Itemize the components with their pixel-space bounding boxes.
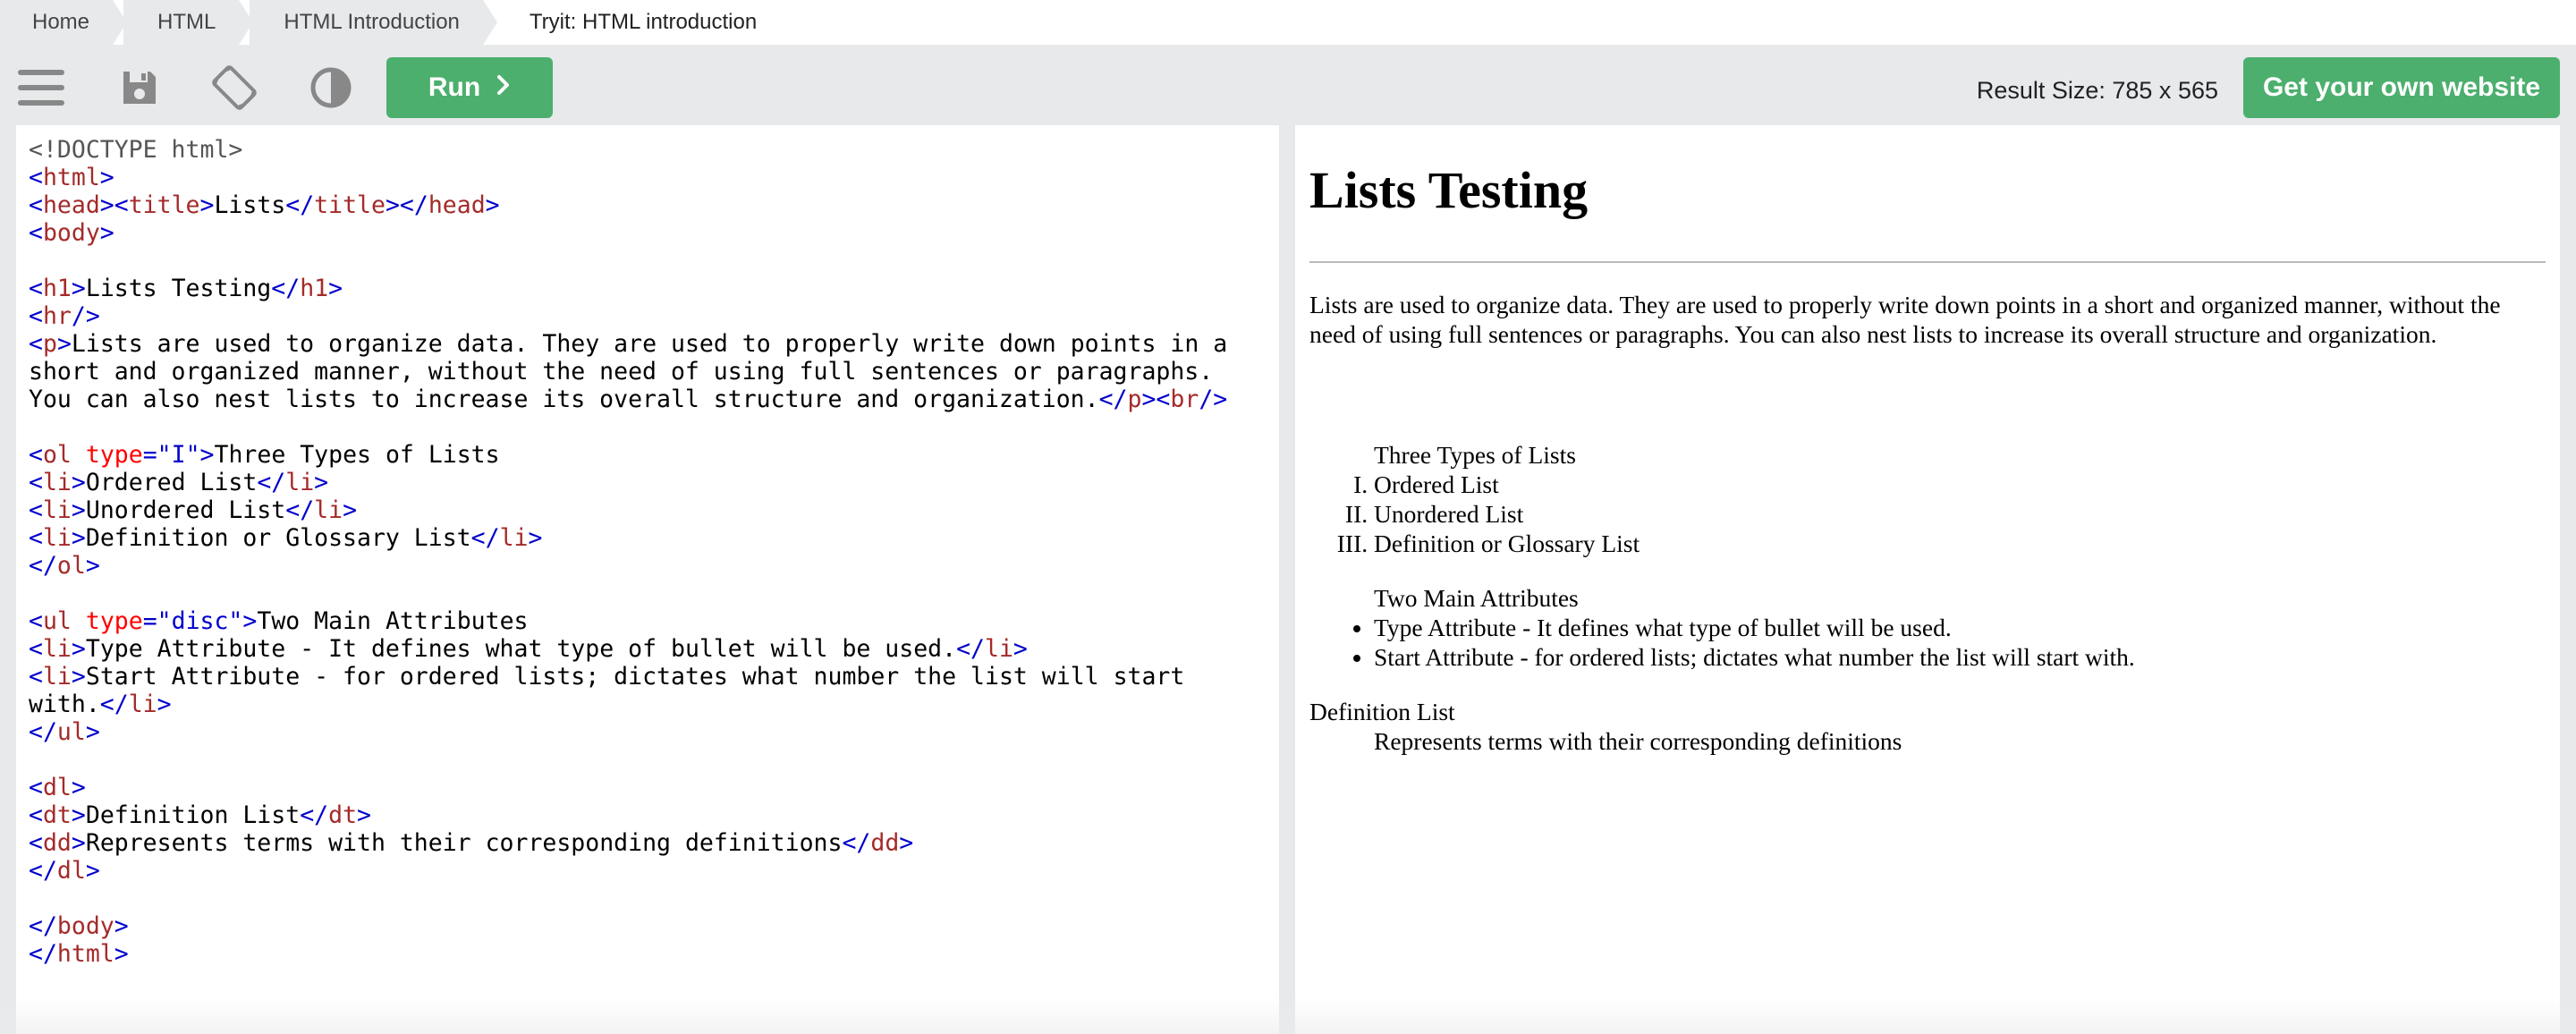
code-h1-text: Lists Testing (85, 275, 272, 302)
result-ordered-list-block: Three Types of Lists Ordered List Unorde… (1309, 440, 2546, 558)
code-ul-item-1: Type Attribute - It defines what type of… (85, 635, 957, 663)
save-icon[interactable] (114, 63, 165, 113)
list-item: Definition or Glossary List (1374, 529, 2546, 558)
run-button[interactable]: Run (386, 57, 553, 118)
result-paragraph: Lists are used to organize data. They ar… (1309, 291, 2501, 348)
breadcrumb: Home HTML HTML Introduction Tryit: HTML … (0, 0, 2576, 45)
code-dd-text: Represents terms with their correspondin… (85, 829, 843, 857)
breadcrumb-current: Tryit: HTML introduction (529, 10, 758, 34)
result-dt: Definition List (1309, 698, 1455, 725)
code-content: <!DOCTYPE html> <html> <head><title>List… (29, 136, 1228, 968)
result-dd: Represents terms with their correspondin… (1374, 727, 1902, 755)
code-dt-text: Definition List (85, 801, 301, 829)
result-definition-list: Definition List Represents terms with th… (1309, 697, 2546, 756)
list-item: Ordered List (1374, 470, 2546, 499)
panel-divider[interactable] (1279, 125, 1295, 1034)
code-editor[interactable]: <!DOCTYPE html> <html> <head><title>List… (16, 125, 1279, 1034)
list-item: Unordered List (1374, 499, 2546, 529)
run-button-label: Run (428, 72, 481, 102)
list-item: Start Attribute - for ordered lists; dic… (1374, 642, 2546, 672)
code-p-line2: short and organized manner, without the … (29, 358, 1214, 386)
result-ol-heading: Three Types of Lists (1374, 441, 1576, 469)
code-ol-item-1: Ordered List (85, 469, 258, 496)
code-ol-type: "I" (157, 441, 200, 469)
code-ol-item-2: Unordered List (85, 496, 286, 524)
get-your-own-website-button[interactable]: Get your own website (2243, 57, 2560, 118)
code-ul-type: "disc" (157, 607, 243, 635)
breadcrumb-html-introduction[interactable]: HTML Introduction (250, 0, 497, 45)
code-ul-text: Two Main Attributes (257, 607, 529, 635)
result-frame: Lists Testing Lists are used to organize… (1295, 125, 2560, 1034)
result-divider (1309, 261, 2546, 263)
breadcrumb-html[interactable]: HTML (123, 0, 254, 45)
menu-icon[interactable] (16, 63, 66, 113)
code-doctype: <!DOCTYPE html> (29, 136, 243, 164)
result-ordered-list: Ordered List Unordered List Definition o… (1309, 470, 2546, 558)
contrast-icon[interactable] (306, 63, 356, 113)
list-item: Type Attribute - It defines what type of… (1374, 613, 2546, 642)
code-title-text: Lists (214, 191, 286, 219)
chevron-right-icon (496, 72, 511, 103)
code-ol-item-3: Definition or Glossary List (85, 524, 471, 552)
result-unordered-list-block: Two Main Attributes Type Attribute - It … (1309, 583, 2546, 672)
code-ol-text: Three Types of Lists (214, 441, 500, 469)
code-ul-item-2-line1: Start Attribute - for ordered lists; dic… (85, 663, 1185, 691)
code-ul-item-2-line2: with. (29, 691, 100, 718)
code-p-line1: Lists are used to organize data. They ar… (71, 330, 1228, 358)
result-heading: Lists Testing (1309, 161, 1589, 219)
result-ul-heading: Two Main Attributes (1374, 584, 1579, 612)
toolbar: Run Result Size: 785 x 565 Get your own … (0, 45, 2576, 123)
code-p-line3: You can also nest lists to increase its … (29, 386, 1099, 413)
rotate-icon[interactable] (209, 63, 259, 113)
result-size-label: Result Size: 785 x 565 (1976, 77, 2218, 104)
breadcrumb-home[interactable]: Home (0, 0, 128, 45)
result-unordered-list: Type Attribute - It defines what type of… (1309, 613, 2546, 672)
